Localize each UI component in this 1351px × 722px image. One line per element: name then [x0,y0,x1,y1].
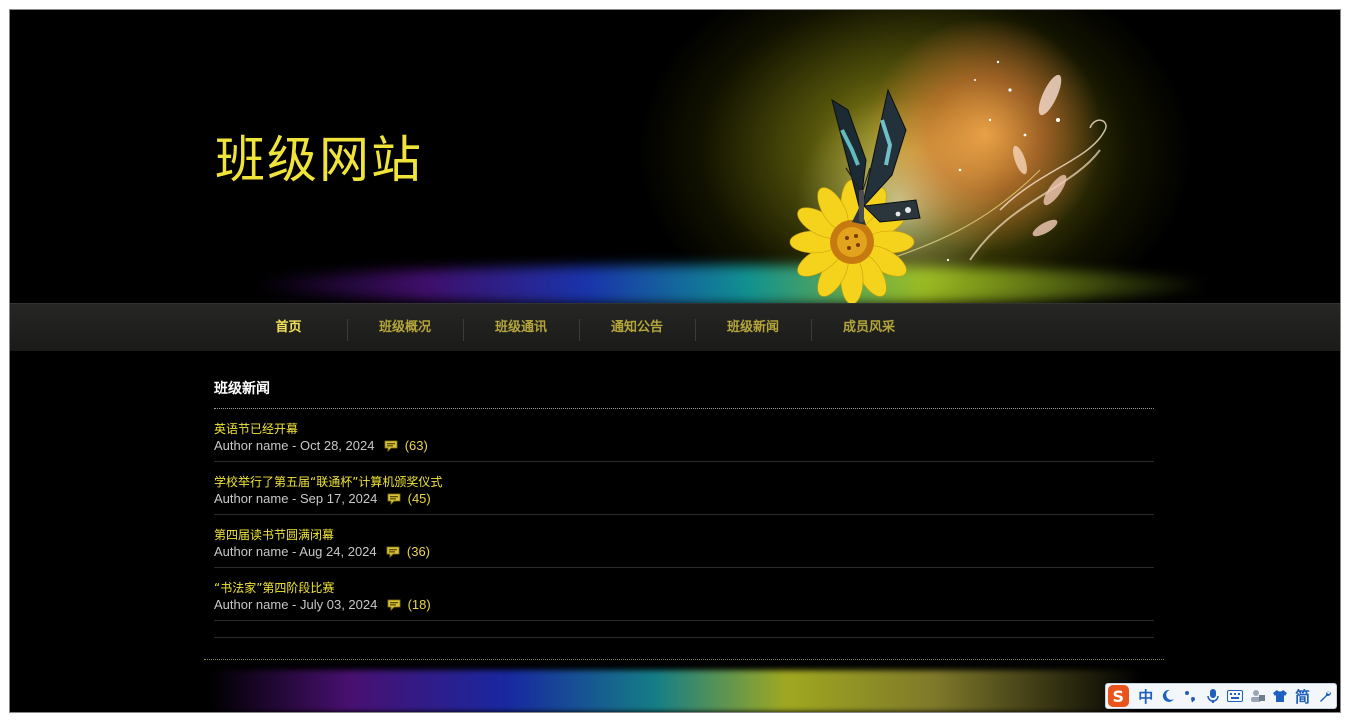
comment-icon[interactable] [387,599,401,611]
skin-shirt-icon[interactable] [1269,685,1291,707]
news-item-author: Author name [214,438,289,453]
footer-divider [204,659,1164,660]
wrench-icon[interactable] [1314,685,1336,707]
soft-keyboard-icon [1227,690,1244,702]
account-icon [1250,690,1265,702]
news-item: “书法家”第四阶段比赛 Author name - July 03, 2024 … [214,568,1154,621]
nav-item-member-gallery[interactable]: 成员风采 [811,304,927,351]
news-item-meta: Author name - Aug 24, 2024 (36) [214,543,1154,561]
news-list: 英语节已经开幕 Author name - Oct 28, 2024 (63) … [214,409,1154,638]
news-item-title-link[interactable]: 第四届读书节圆满闭幕 [214,515,1154,543]
chinese-mode-label: 中 [1138,687,1154,706]
news-item-author: Author name [214,491,289,506]
news-item-meta: Author name - July 03, 2024 (18) [214,596,1154,614]
nav-item-announcements[interactable]: 通知公告 [579,304,695,351]
news-item-comment-count[interactable]: (45) [408,491,431,506]
news-item-author: Author name [214,544,289,559]
news-item-title-link[interactable]: 英语节已经开幕 [214,409,1154,437]
news-item-title-link[interactable]: 学校举行了第五届“联通杯”计算机颁奖仪式 [214,462,1154,490]
nav-item-class-newsletter[interactable]: 班级通讯 [463,304,579,351]
news-item-title-link[interactable]: “书法家”第四阶段比赛 [214,568,1154,596]
news-item-meta: Author name - Oct 28, 2024 (63) [214,437,1154,455]
meta-separator: - [288,491,300,506]
news-item-comment-count[interactable]: (63) [405,438,428,453]
list-divider [214,621,1154,638]
main-navigation: 首页 班级概况 班级通讯 通知公告 班级新闻 成员风采 [10,303,1340,351]
news-item-comment-count[interactable]: (18) [408,597,431,612]
news-item-meta: Author name - Sep 17, 2024 (45) [214,490,1154,508]
news-item-date: Sep 17, 2024 [300,491,378,506]
news-item-date: Oct 28, 2024 [300,438,375,453]
comment-icon[interactable] [387,493,401,505]
meta-separator: - [288,544,300,559]
simplified-chinese-toggle[interactable]: 简 [1291,685,1313,707]
nav-item-home[interactable]: 首页 [230,304,347,351]
site-title: 班级网站 [215,131,423,189]
punctuation-mark-icon [1185,691,1196,703]
punctuation-icon[interactable] [1179,685,1201,707]
main-content: 班级新闻 英语节已经开幕 Author name - Oct 28, 2024 … [214,370,1154,638]
butterfly-flower-illustration [789,60,1107,303]
moon-icon [1162,689,1175,702]
news-item-comment-count[interactable]: (36) [407,544,430,559]
user-account-icon[interactable] [1246,685,1268,707]
nav-item-class-news[interactable]: 班级新闻 [695,304,811,351]
browser-viewport: 班级网站 首页 班级概况 班级通讯 通知公告 班级新闻 成员风采 班级新闻 英语… [10,10,1340,712]
keyboard-icon[interactable] [1224,685,1246,707]
site-header-banner: 班级网站 [10,10,1340,303]
news-item: 学校举行了第五届“联通杯”计算机颁奖仪式 Author name - Sep 1… [214,462,1154,515]
half-moon-icon[interactable] [1157,685,1179,707]
microphone-icon[interactable] [1202,685,1224,707]
sogou-logo-icon[interactable]: S [1108,685,1129,707]
meta-separator: - [288,597,300,612]
footer-banner [210,670,1140,712]
news-section-title: 班级新闻 [214,370,1154,409]
settings-wrench-icon [1319,690,1331,702]
nav-item-class-overview[interactable]: 班级概况 [347,304,463,351]
ime-toolbar: S 中 简 [1105,683,1337,709]
news-item: 英语节已经开幕 Author name - Oct 28, 2024 (63) [214,409,1154,462]
news-item-date: July 03, 2024 [300,597,378,612]
comment-icon[interactable] [384,440,398,452]
news-item-date: Aug 24, 2024 [299,544,377,559]
news-item-author: Author name [214,597,289,612]
comment-icon[interactable] [386,546,400,558]
mic-icon [1207,689,1219,703]
shirt-icon [1273,690,1288,702]
chinese-mode-toggle[interactable]: 中 [1135,685,1157,707]
simplified-label: 简 [1294,687,1310,706]
meta-separator: - [288,438,300,453]
news-item: 第四届读书节圆满闭幕 Author name - Aug 24, 2024 (3… [214,515,1154,568]
nav-menu: 首页 班级概况 班级通讯 通知公告 班级新闻 成员风采 [230,304,927,351]
